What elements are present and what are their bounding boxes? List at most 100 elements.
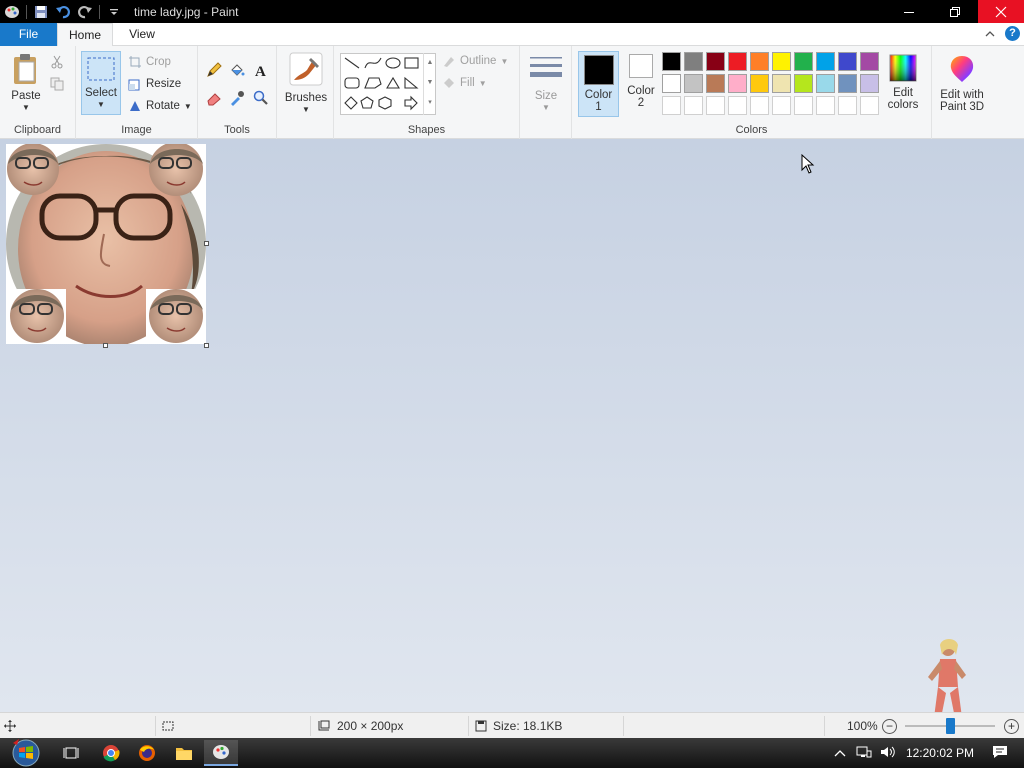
fill-bucket-icon (444, 78, 454, 88)
color2-button[interactable]: Color 2 (622, 54, 660, 109)
taskbar-file-explorer[interactable] (167, 740, 201, 766)
paste-button[interactable]: Paste ▼ (6, 52, 46, 114)
redo-icon[interactable] (77, 4, 93, 20)
palette-swatch[interactable] (794, 52, 813, 71)
status-divider (155, 716, 156, 736)
magnifier-tool[interactable] (253, 88, 269, 108)
palette-swatch[interactable] (684, 74, 703, 93)
palette-swatch[interactable] (816, 74, 835, 93)
palette-swatch[interactable] (794, 74, 813, 93)
palette-swatch-empty[interactable] (816, 96, 835, 115)
tab-view[interactable]: View (116, 23, 168, 46)
palette-swatch[interactable] (662, 52, 681, 71)
pencil-tool[interactable] (206, 60, 222, 80)
edit-colors-button[interactable]: Edit colors (884, 54, 922, 111)
edit-with-paint3d-button[interactable]: Edit with Paint 3D (934, 54, 990, 113)
palette-swatch[interactable] (684, 52, 703, 71)
zoom-out-button[interactable]: − (882, 719, 897, 734)
zoom-level: 100% (847, 719, 878, 733)
chevron-down-icon: ▼ (22, 103, 30, 112)
maximize-button[interactable] (932, 0, 978, 23)
taskbar-firefox[interactable] (130, 740, 164, 766)
move-cursor-icon (4, 720, 16, 732)
palette-swatch[interactable] (838, 74, 857, 93)
palette-swatch[interactable] (662, 74, 681, 93)
paint-app-icon[interactable] (4, 4, 20, 20)
shapes-gallery[interactable] (340, 53, 436, 115)
svg-text:A: A (255, 64, 266, 78)
palette-swatch-empty[interactable] (662, 96, 681, 115)
zoom-in-button[interactable]: + (1004, 719, 1019, 734)
help-icon[interactable]: ? (1005, 26, 1020, 41)
palette-swatch[interactable] (750, 74, 769, 93)
taskbar-paint[interactable] (204, 740, 238, 766)
color2-swatch (629, 54, 653, 78)
palette-swatch-empty[interactable] (772, 96, 791, 115)
resize-handle-corner[interactable] (204, 343, 209, 348)
palette-swatch[interactable] (706, 52, 725, 71)
select-button[interactable]: Select ▼ (81, 51, 121, 115)
palette-swatch[interactable] (728, 52, 747, 71)
palette-swatch[interactable] (706, 74, 725, 93)
resize-button[interactable]: Resize (128, 74, 181, 94)
color1-button[interactable]: Color 1 (578, 51, 619, 117)
palette-swatch[interactable] (750, 52, 769, 71)
palette-swatch-empty[interactable] (750, 96, 769, 115)
resize-handle-right[interactable] (204, 241, 209, 246)
palette-swatch[interactable] (772, 74, 791, 93)
size-button[interactable]: Size ▼ (527, 54, 565, 114)
fill-button[interactable]: Fill ▼ (442, 73, 487, 93)
collapse-ribbon-icon[interactable] (985, 27, 995, 41)
copy-button[interactable] (50, 74, 64, 94)
chevron-down-icon: ▼ (542, 103, 550, 112)
palette-swatch[interactable] (860, 74, 879, 93)
palette-swatch-empty[interactable] (860, 96, 879, 115)
customize-quick-access-icon[interactable] (106, 4, 122, 20)
save-icon[interactable] (33, 4, 49, 20)
close-button[interactable] (978, 0, 1024, 23)
minimize-button[interactable] (886, 0, 932, 23)
fill-tool[interactable] (229, 60, 245, 80)
resize-icon (128, 79, 140, 91)
palette-swatch[interactable] (816, 52, 835, 71)
palette-swatch[interactable] (728, 74, 747, 93)
clock[interactable]: 12:20:02 PM (906, 746, 974, 760)
network-icon[interactable] (856, 745, 872, 762)
eraser-tool[interactable] (206, 88, 222, 108)
undo-icon[interactable] (55, 4, 71, 20)
notifications-icon[interactable] (992, 745, 1008, 762)
show-hidden-icons-icon[interactable] (834, 746, 846, 760)
outline-button[interactable]: Outline ▼ (442, 51, 508, 71)
shapes-scroll[interactable]: ▲ ▼ ▾ (423, 53, 436, 115)
palette-swatch[interactable] (838, 52, 857, 71)
palette-swatch-empty[interactable] (706, 96, 725, 115)
volume-icon[interactable] (880, 745, 896, 762)
fill-label: Fill (460, 77, 475, 89)
brushes-button[interactable]: Brushes ▼ (284, 52, 328, 116)
text-tool[interactable]: A (253, 60, 269, 80)
crop-button[interactable]: Crop (128, 52, 171, 72)
cut-button[interactable] (50, 52, 64, 72)
status-divider (310, 716, 311, 736)
palette-swatch-empty[interactable] (794, 96, 813, 115)
palette-swatch[interactable] (860, 52, 879, 71)
canvas-size-icon (318, 720, 330, 731)
zoom-slider-thumb[interactable] (946, 718, 955, 734)
crop-label: Crop (146, 56, 171, 68)
palette-swatch-empty[interactable] (728, 96, 747, 115)
taskbar-chrome[interactable] (94, 740, 128, 766)
palette-swatch-empty[interactable] (684, 96, 703, 115)
rotate-button[interactable]: Rotate ▼ (128, 96, 192, 116)
canvas-workspace[interactable] (0, 139, 1024, 737)
drawing-canvas[interactable] (6, 144, 206, 344)
palette-swatch-empty[interactable] (838, 96, 857, 115)
color-picker-tool[interactable] (229, 88, 245, 108)
tab-home[interactable]: Home (57, 23, 113, 47)
eraser-icon (207, 93, 221, 106)
start-button[interactable] (4, 739, 48, 767)
palette-swatch[interactable] (772, 52, 791, 71)
brushes-group: Brushes ▼ (277, 46, 334, 139)
resize-handle-bottom[interactable] (103, 343, 108, 348)
tab-file[interactable]: File (0, 23, 57, 46)
task-view-button[interactable] (54, 740, 88, 766)
